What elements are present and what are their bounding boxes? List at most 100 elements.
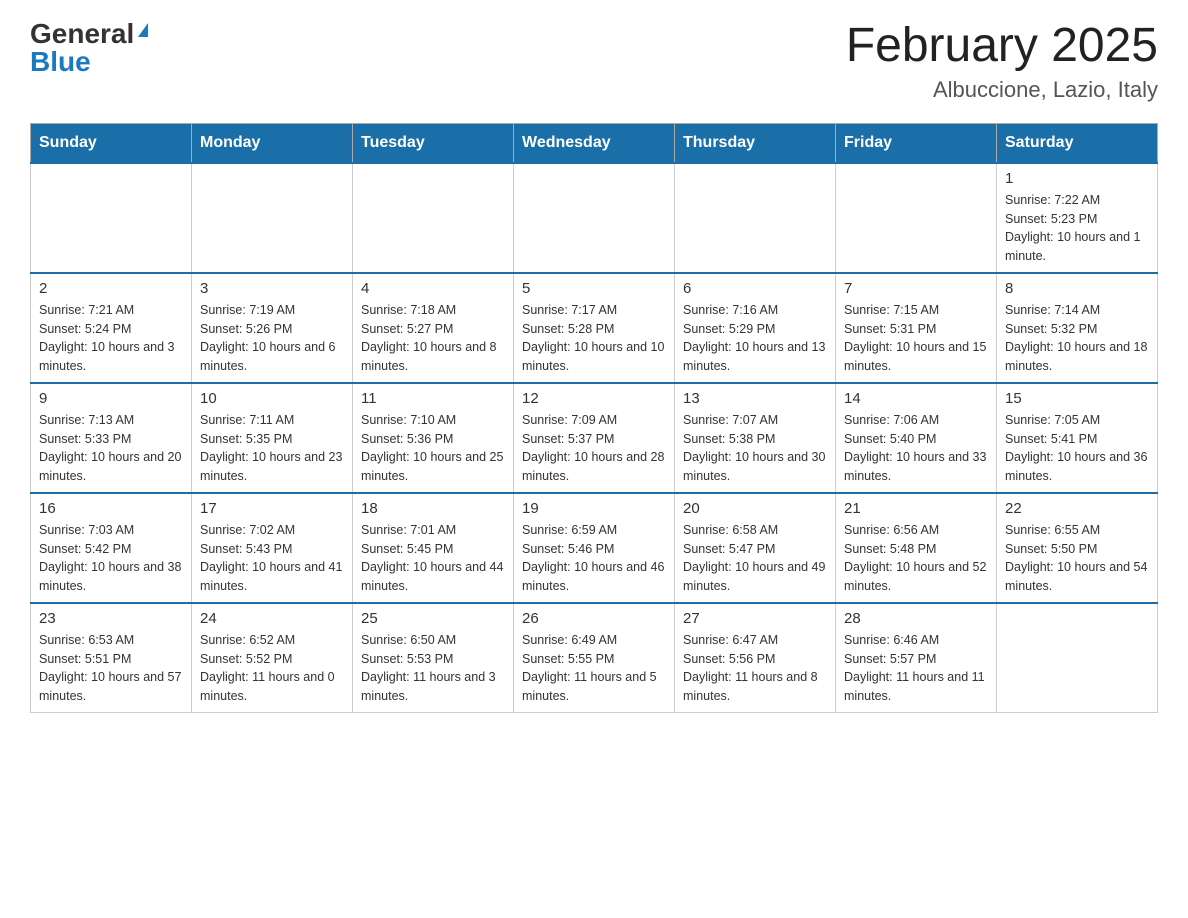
- day-number: 12: [522, 390, 666, 407]
- calendar-body: 1 Sunrise: 7:22 AMSunset: 5:23 PMDaylight…: [31, 163, 1158, 713]
- day-info: Sunrise: 6:47 AMSunset: 5:56 PMDaylight:…: [683, 631, 827, 706]
- month-title: February 2025: [846, 20, 1158, 73]
- header-monday: Monday: [192, 123, 353, 163]
- day-cell: [997, 603, 1158, 713]
- day-number: 23: [39, 610, 183, 627]
- calendar-table: SundayMondayTuesdayWednesdayThursdayFrid…: [30, 123, 1158, 713]
- day-cell: 9 Sunrise: 7:13 AMSunset: 5:33 PMDaylight…: [31, 383, 192, 493]
- header-thursday: Thursday: [675, 123, 836, 163]
- day-cell: [675, 163, 836, 273]
- day-info: Sunrise: 7:22 AMSunset: 5:23 PMDaylight:…: [1005, 191, 1149, 266]
- day-info: Sunrise: 7:07 AMSunset: 5:38 PMDaylight:…: [683, 411, 827, 486]
- logo: General Blue: [30, 20, 148, 76]
- day-cell: 1 Sunrise: 7:22 AMSunset: 5:23 PMDaylight…: [997, 163, 1158, 273]
- day-number: 13: [683, 390, 827, 407]
- day-cell: 27 Sunrise: 6:47 AMSunset: 5:56 PMDayligh…: [675, 603, 836, 713]
- day-cell: 3 Sunrise: 7:19 AMSunset: 5:26 PMDaylight…: [192, 273, 353, 383]
- day-number: 15: [1005, 390, 1149, 407]
- header-row: SundayMondayTuesdayWednesdayThursdayFrid…: [31, 123, 1158, 163]
- day-info: Sunrise: 7:15 AMSunset: 5:31 PMDaylight:…: [844, 301, 988, 376]
- header-friday: Friday: [836, 123, 997, 163]
- day-cell: 19 Sunrise: 6:59 AMSunset: 5:46 PMDayligh…: [514, 493, 675, 603]
- day-info: Sunrise: 6:55 AMSunset: 5:50 PMDaylight:…: [1005, 521, 1149, 596]
- day-number: 24: [200, 610, 344, 627]
- day-info: Sunrise: 7:16 AMSunset: 5:29 PMDaylight:…: [683, 301, 827, 376]
- day-cell: 16 Sunrise: 7:03 AMSunset: 5:42 PMDayligh…: [31, 493, 192, 603]
- day-info: Sunrise: 7:10 AMSunset: 5:36 PMDaylight:…: [361, 411, 505, 486]
- day-number: 14: [844, 390, 988, 407]
- day-number: 20: [683, 500, 827, 517]
- day-cell: 22Sunrise: 6:55 AMSunset: 5:50 PMDayligh…: [997, 493, 1158, 603]
- day-cell: 25 Sunrise: 6:50 AMSunset: 5:53 PMDayligh…: [353, 603, 514, 713]
- day-info: Sunrise: 7:18 AMSunset: 5:27 PMDaylight:…: [361, 301, 505, 376]
- day-cell: 10 Sunrise: 7:11 AMSunset: 5:35 PMDayligh…: [192, 383, 353, 493]
- day-info: Sunrise: 6:56 AMSunset: 5:48 PMDaylight:…: [844, 521, 988, 596]
- day-number: 18: [361, 500, 505, 517]
- day-info: Sunrise: 6:59 AMSunset: 5:46 PMDaylight:…: [522, 521, 666, 596]
- day-number: 6: [683, 280, 827, 297]
- day-number: 7: [844, 280, 988, 297]
- day-cell: 7 Sunrise: 7:15 AMSunset: 5:31 PMDaylight…: [836, 273, 997, 383]
- day-info: Sunrise: 6:52 AMSunset: 5:52 PMDaylight:…: [200, 631, 344, 706]
- day-info: Sunrise: 7:11 AMSunset: 5:35 PMDaylight:…: [200, 411, 344, 486]
- location-title: Albuccione, Lazio, Italy: [846, 77, 1158, 103]
- day-number: 16: [39, 500, 183, 517]
- week-row-2: 9 Sunrise: 7:13 AMSunset: 5:33 PMDaylight…: [31, 383, 1158, 493]
- day-cell: 2Sunrise: 7:21 AMSunset: 5:24 PMDaylight…: [31, 273, 192, 383]
- day-cell: 26Sunrise: 6:49 AMSunset: 5:55 PMDayligh…: [514, 603, 675, 713]
- header-wednesday: Wednesday: [514, 123, 675, 163]
- day-cell: 11 Sunrise: 7:10 AMSunset: 5:36 PMDayligh…: [353, 383, 514, 493]
- day-info: Sunrise: 6:50 AMSunset: 5:53 PMDaylight:…: [361, 631, 505, 706]
- week-row-0: 1 Sunrise: 7:22 AMSunset: 5:23 PMDaylight…: [31, 163, 1158, 273]
- day-cell: 4 Sunrise: 7:18 AMSunset: 5:27 PMDaylight…: [353, 273, 514, 383]
- day-number: 26: [522, 610, 666, 627]
- day-number: 9: [39, 390, 183, 407]
- day-cell: [192, 163, 353, 273]
- header-sunday: Sunday: [31, 123, 192, 163]
- calendar-header: SundayMondayTuesdayWednesdayThursdayFrid…: [31, 123, 1158, 163]
- header-saturday: Saturday: [997, 123, 1158, 163]
- day-cell: 5 Sunrise: 7:17 AMSunset: 5:28 PMDaylight…: [514, 273, 675, 383]
- day-info: Sunrise: 7:17 AMSunset: 5:28 PMDaylight:…: [522, 301, 666, 376]
- day-number: 27: [683, 610, 827, 627]
- day-cell: 8Sunrise: 7:14 AMSunset: 5:32 PMDaylight…: [997, 273, 1158, 383]
- day-number: 25: [361, 610, 505, 627]
- day-cell: 18Sunrise: 7:01 AMSunset: 5:45 PMDayligh…: [353, 493, 514, 603]
- logo-triangle-icon: [138, 23, 148, 37]
- page-header: General Blue February 2025 Albuccione, L…: [30, 20, 1158, 103]
- day-cell: 21 Sunrise: 6:56 AMSunset: 5:48 PMDayligh…: [836, 493, 997, 603]
- day-info: Sunrise: 7:03 AMSunset: 5:42 PMDaylight:…: [39, 521, 183, 596]
- day-cell: 23 Sunrise: 6:53 AMSunset: 5:51 PMDayligh…: [31, 603, 192, 713]
- day-number: 3: [200, 280, 344, 297]
- day-info: Sunrise: 7:19 AMSunset: 5:26 PMDaylight:…: [200, 301, 344, 376]
- day-cell: 24 Sunrise: 6:52 AMSunset: 5:52 PMDayligh…: [192, 603, 353, 713]
- day-number: 5: [522, 280, 666, 297]
- day-number: 28: [844, 610, 988, 627]
- day-number: 11: [361, 390, 505, 407]
- day-cell: 14Sunrise: 7:06 AMSunset: 5:40 PMDayligh…: [836, 383, 997, 493]
- day-number: 17: [200, 500, 344, 517]
- day-cell: 20 Sunrise: 6:58 AMSunset: 5:47 PMDayligh…: [675, 493, 836, 603]
- day-cell: 17Sunrise: 7:02 AMSunset: 5:43 PMDayligh…: [192, 493, 353, 603]
- day-info: Sunrise: 7:05 AMSunset: 5:41 PMDaylight:…: [1005, 411, 1149, 486]
- day-number: 2: [39, 280, 183, 297]
- day-info: Sunrise: 7:13 AMSunset: 5:33 PMDaylight:…: [39, 411, 183, 486]
- week-row-1: 2Sunrise: 7:21 AMSunset: 5:24 PMDaylight…: [31, 273, 1158, 383]
- week-row-3: 16 Sunrise: 7:03 AMSunset: 5:42 PMDayligh…: [31, 493, 1158, 603]
- day-number: 19: [522, 500, 666, 517]
- day-cell: [31, 163, 192, 273]
- day-cell: 28 Sunrise: 6:46 AMSunset: 5:57 PMDayligh…: [836, 603, 997, 713]
- week-row-4: 23 Sunrise: 6:53 AMSunset: 5:51 PMDayligh…: [31, 603, 1158, 713]
- day-cell: 12Sunrise: 7:09 AMSunset: 5:37 PMDayligh…: [514, 383, 675, 493]
- logo-general: General: [30, 20, 134, 48]
- day-number: 21: [844, 500, 988, 517]
- day-info: Sunrise: 6:46 AMSunset: 5:57 PMDaylight:…: [844, 631, 988, 706]
- header-tuesday: Tuesday: [353, 123, 514, 163]
- day-number: 10: [200, 390, 344, 407]
- day-number: 4: [361, 280, 505, 297]
- day-number: 1: [1005, 170, 1149, 187]
- day-cell: 13 Sunrise: 7:07 AMSunset: 5:38 PMDayligh…: [675, 383, 836, 493]
- day-info: Sunrise: 6:53 AMSunset: 5:51 PMDaylight:…: [39, 631, 183, 706]
- day-info: Sunrise: 6:58 AMSunset: 5:47 PMDaylight:…: [683, 521, 827, 596]
- day-cell: [514, 163, 675, 273]
